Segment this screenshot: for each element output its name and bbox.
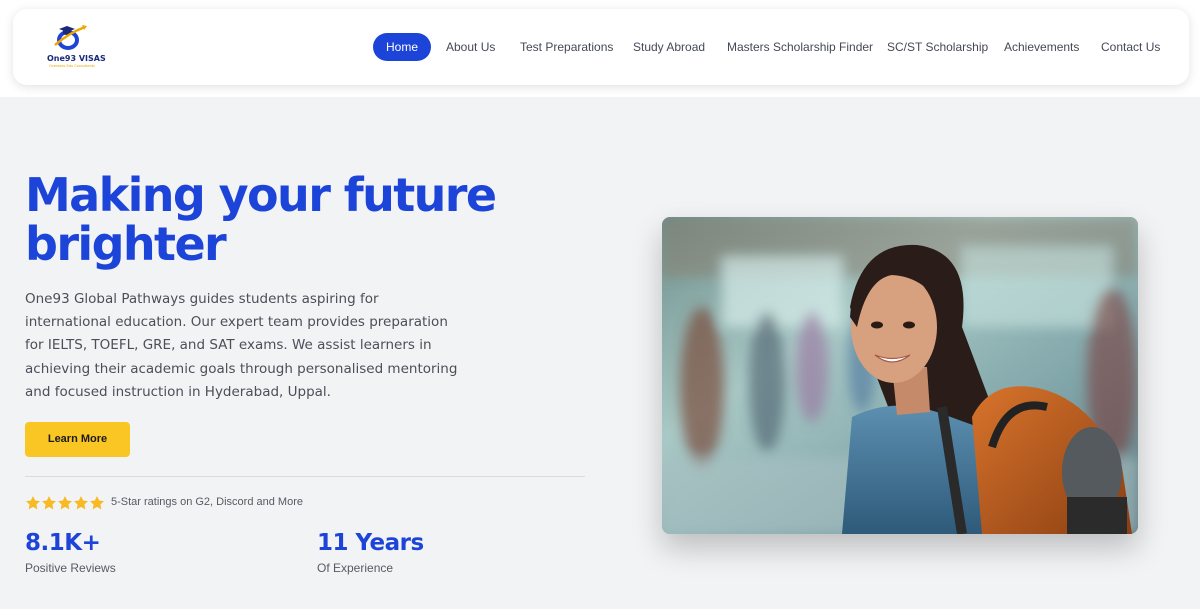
nav-masters-scholarship-finder[interactable]: Masters Scholarship Finder [727, 33, 873, 61]
stat-reviews-label: Positive Reviews [25, 561, 116, 575]
learn-more-button[interactable]: Learn More [25, 422, 130, 457]
nav-contact-us[interactable]: Contact Us [1101, 33, 1160, 61]
star-icon [42, 496, 56, 510]
stat-reviews-value: 8.1K+ [25, 530, 101, 556]
rating-text: 5-Star ratings on G2, Discord and More [111, 496, 303, 508]
nav-sc-st-scholarship[interactable]: SC/ST Scholarship [887, 33, 988, 61]
hero-description: One93 Global Pathways guides students as… [25, 291, 458, 400]
star-icon [26, 496, 40, 510]
hero-student-photo [662, 217, 1138, 534]
hero-title: Making your future brighter [25, 168, 497, 271]
stat-experience-label: Of Experience [317, 561, 394, 575]
top-bar: One93 VISAS Overseas Edu Consultants Hom… [0, 0, 1200, 97]
star-icon [74, 496, 88, 510]
brand-tagline: Overseas Edu Consultants [49, 64, 95, 68]
nav-home[interactable]: Home [373, 33, 432, 61]
site-header: One93 VISAS Overseas Edu Consultants Hom… [13, 9, 1189, 85]
nav-achievements[interactable]: Achievements [1004, 33, 1079, 61]
brand-name: One93 VISAS [47, 54, 106, 63]
graduation-cap-globe-icon [54, 25, 87, 50]
star-icon [58, 496, 72, 510]
nav-study-abroad[interactable]: Study Abroad [633, 33, 705, 61]
nav-test-preparations[interactable]: Test Preparations [520, 33, 613, 61]
stat-experience-value: 11 Years [317, 530, 424, 556]
brand-logo[interactable]: One93 VISAS Overseas Edu Consultants [43, 23, 106, 71]
hero-divider [25, 476, 585, 477]
nav-about-us[interactable]: About Us [446, 33, 495, 61]
star-icon [90, 496, 104, 510]
student-with-backpack-photo [662, 217, 1138, 534]
